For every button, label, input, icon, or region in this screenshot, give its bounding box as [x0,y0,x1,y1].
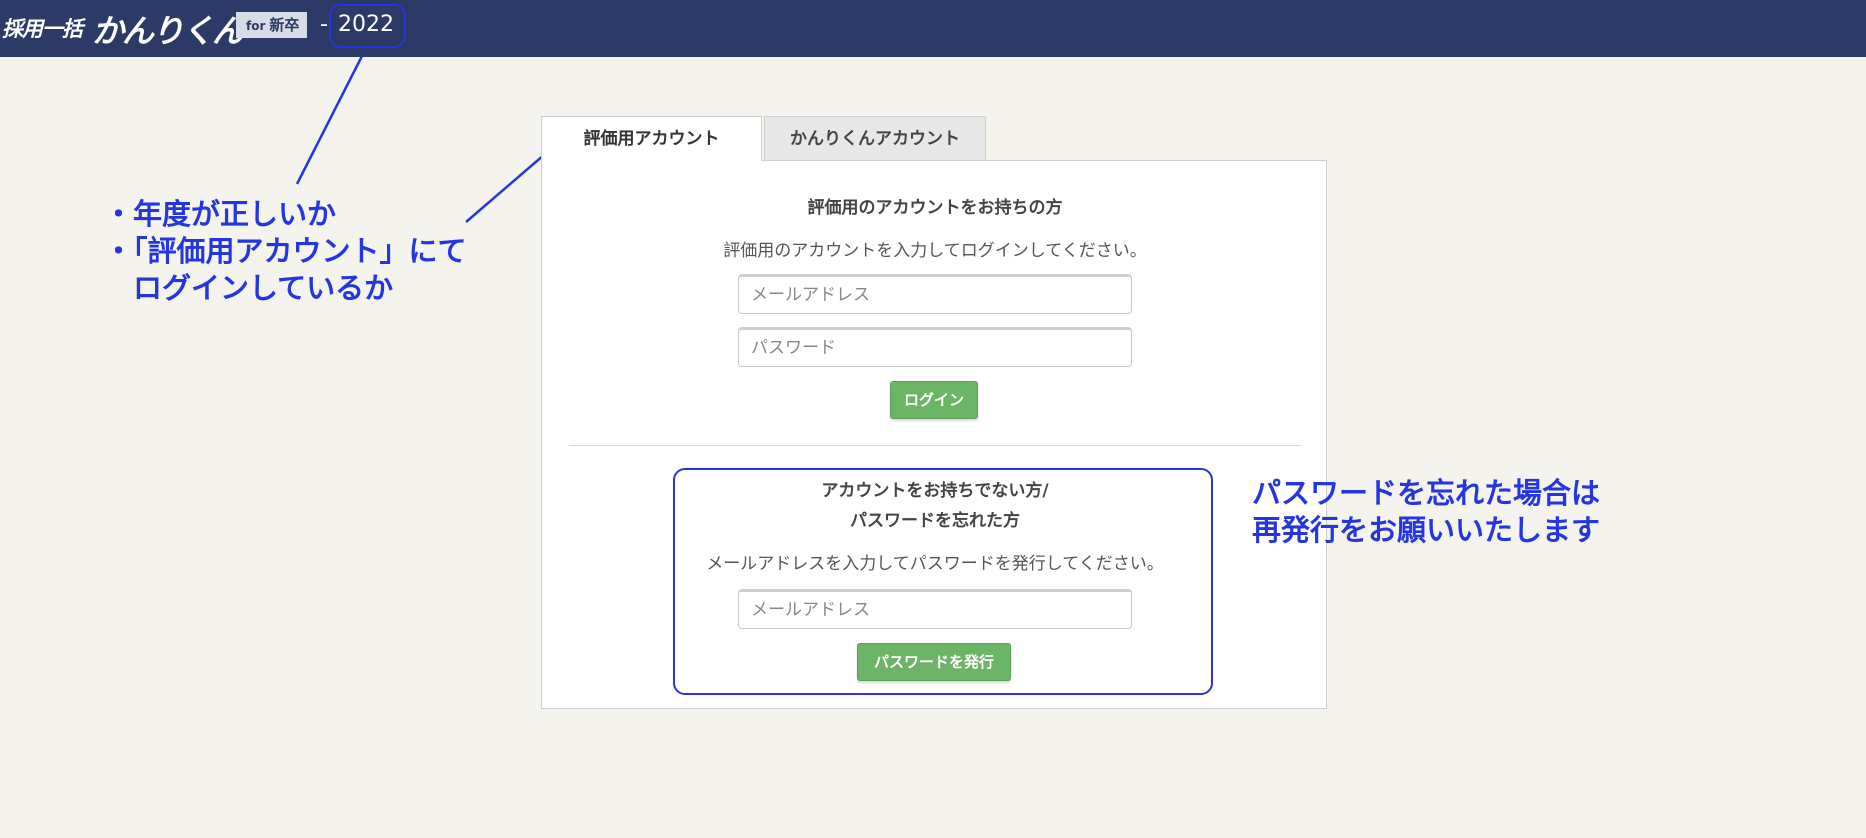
annotation-left-line1: ・年度が正しいか [104,197,337,231]
tab-evaluation-account[interactable]: 評価用アカウント [541,116,762,161]
login-password-field[interactable]: パスワード [738,327,1132,367]
login-email-field[interactable]: メールアドレス [738,274,1132,314]
logo-tag-label: 新卒 [269,16,300,34]
logo-main[interactable]: かんりくん [92,6,244,52]
login-heading: 評価用のアカウントをお持ちの方 [807,198,1063,218]
logo-prefix: 採用一括 [2,17,83,41]
tab-kanrikun-account[interactable]: かんりくんアカウント [764,116,986,161]
logo-separator: - [320,12,328,37]
annotation-year-highlight [329,4,406,48]
annotation-register-highlight [673,468,1213,695]
annotation-left-notes: ・年度が正しいか ・「評価用アカウント」にて ログインしているか [104,196,467,307]
logo-tag: for 新卒 [236,12,308,38]
annotation-right-line1: パスワードを忘れた場合は [1252,476,1601,510]
section-divider [569,445,1301,446]
annotation-left-line2: ・「評価用アカウント」にて [104,234,467,268]
annotation-left-line3: ログインしているか [104,271,394,305]
top-header-bar: 採用一括 かんりくん for 新卒 - 2022 [0,0,1866,57]
logo-tag-for: for [246,19,266,33]
login-button[interactable]: ログイン [890,381,978,419]
login-description: 評価用のアカウントを入力してログインしてください。 [723,241,1147,261]
annotation-right-notes: パスワードを忘れた場合は 再発行をお願いいたします [1252,475,1600,549]
annotation-right-line2: 再発行をお願いいたします [1252,513,1601,547]
